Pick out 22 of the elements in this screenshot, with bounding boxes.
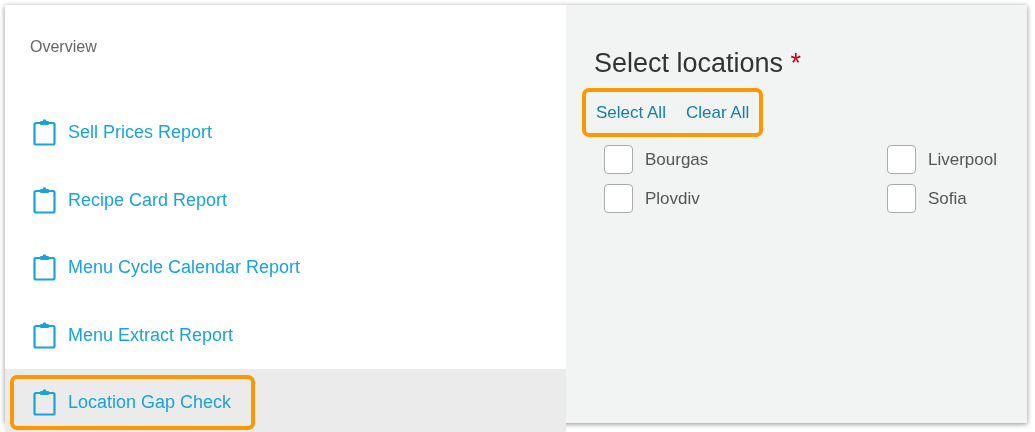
clipboard-icon — [33, 321, 56, 349]
clipboard-icon — [33, 119, 56, 147]
report-link[interactable]: Menu Cycle Calendar Report — [10, 240, 325, 296]
report-link[interactable]: Sell Prices Report — [10, 105, 237, 161]
text-link[interactable]: Clear All — [685, 99, 750, 125]
section-heading: Overview — [30, 37, 98, 57]
checkbox-label: Liverpool — [928, 148, 997, 171]
clipboard-icon — [33, 186, 56, 214]
report-link[interactable]: Location Gap Check — [10, 375, 256, 431]
report-link[interactable]: Menu Extract Report — [10, 307, 258, 363]
section-title: Select locations * — [594, 47, 803, 80]
checkbox-label: Sofia — [928, 187, 967, 210]
text-link[interactable]: Select All — [596, 99, 666, 125]
checkbox[interactable] — [604, 145, 633, 174]
checkbox-label: Bourgas — [645, 148, 709, 171]
clipboard-icon — [33, 389, 56, 417]
checkbox[interactable] — [604, 184, 633, 213]
checkbox-label: Plovdiv — [645, 187, 700, 210]
clipboard-icon — [33, 254, 56, 282]
checkbox[interactable] — [887, 145, 916, 174]
checkbox[interactable] — [887, 184, 916, 213]
report-link[interactable]: Recipe Card Report — [10, 172, 252, 228]
